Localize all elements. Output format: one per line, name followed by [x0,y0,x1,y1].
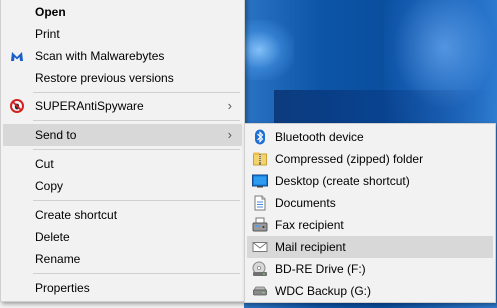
send-to-submenu: Bluetooth device Compressed (zipped) fol… [244,123,496,303]
menu-separator [33,120,240,121]
menu-item-label: Delete [35,230,70,244]
menu-item-label: WDC Backup (G:) [275,284,372,298]
menu-separator [33,92,240,93]
sendto-item-zip[interactable]: Compressed (zipped) folder [247,148,493,170]
menu-item-label: Fax recipient [275,218,344,232]
menu-item-label: Copy [35,179,64,193]
menu-separator [33,273,240,274]
desktop-icon [252,173,268,189]
menu-item-label: Compressed (zipped) folder [275,152,424,166]
menu-item-restore-versions[interactable]: Restore previous versions [3,67,242,89]
bluetooth-icon [252,129,268,145]
menu-separator [33,149,240,150]
superantispyware-icon [9,98,25,114]
menu-item-scan-malwarebytes[interactable]: Scan with Malwarebytes [3,45,242,67]
sendto-item-mail[interactable]: Mail recipient [247,236,493,258]
menu-separator [33,200,240,201]
drive-icon [252,283,268,299]
menu-item-label: Documents [275,196,336,210]
menu-item-copy[interactable]: Copy [3,175,242,197]
menu-item-label: Send to [35,128,77,142]
menu-item-send-to[interactable]: Send to › [3,124,242,146]
zip-folder-icon [252,151,268,167]
menu-item-cut[interactable]: Cut [3,153,242,175]
sendto-item-wdc-backup[interactable]: WDC Backup (G:) [247,280,493,302]
menu-item-create-shortcut[interactable]: Create shortcut [3,204,242,226]
malwarebytes-icon [9,48,25,64]
sendto-item-documents[interactable]: Documents [247,192,493,214]
menu-item-rename[interactable]: Rename [3,248,242,270]
sendto-item-desktop[interactable]: Desktop (create shortcut) [247,170,493,192]
menu-item-label: Open [35,5,66,19]
chevron-right-icon: › [227,98,232,113]
menu-item-delete[interactable]: Delete [3,226,242,248]
menu-item-label: Mail recipient [275,240,346,254]
menu-item-label: BD-RE Drive (F:) [275,262,366,276]
desktop-wallpaper-glow [244,20,294,80]
optical-drive-icon [252,261,268,277]
menu-item-print[interactable]: Print [3,23,242,45]
menu-item-properties[interactable]: Properties [3,277,242,299]
chevron-right-icon: › [227,127,232,142]
mail-icon [252,239,268,255]
sendto-item-fax[interactable]: Fax recipient [247,214,493,236]
menu-item-label: Create shortcut [35,208,118,222]
menu-item-label: Scan with Malwarebytes [35,49,165,63]
sendto-item-bluetooth[interactable]: Bluetooth device [247,126,493,148]
menu-item-label: Print [35,27,60,41]
menu-item-label: Properties [35,281,90,295]
menu-item-label: Desktop (create shortcut) [275,174,410,188]
documents-icon [252,195,268,211]
menu-item-open[interactable]: Open [3,1,242,23]
context-menu: Open Print Scan with Malwarebytes Restor… [0,0,245,302]
menu-item-label: Restore previous versions [35,71,174,85]
fax-icon [252,217,268,233]
menu-item-label: SUPERAntiSpyware [35,99,144,113]
menu-item-label: Cut [35,157,54,171]
menu-item-label: Bluetooth device [275,130,364,144]
sendto-item-bd-re-drive[interactable]: BD-RE Drive (F:) [247,258,493,280]
menu-item-superantispyware[interactable]: SUPERAntiSpyware › [3,95,242,117]
menu-item-label: Rename [35,252,81,266]
